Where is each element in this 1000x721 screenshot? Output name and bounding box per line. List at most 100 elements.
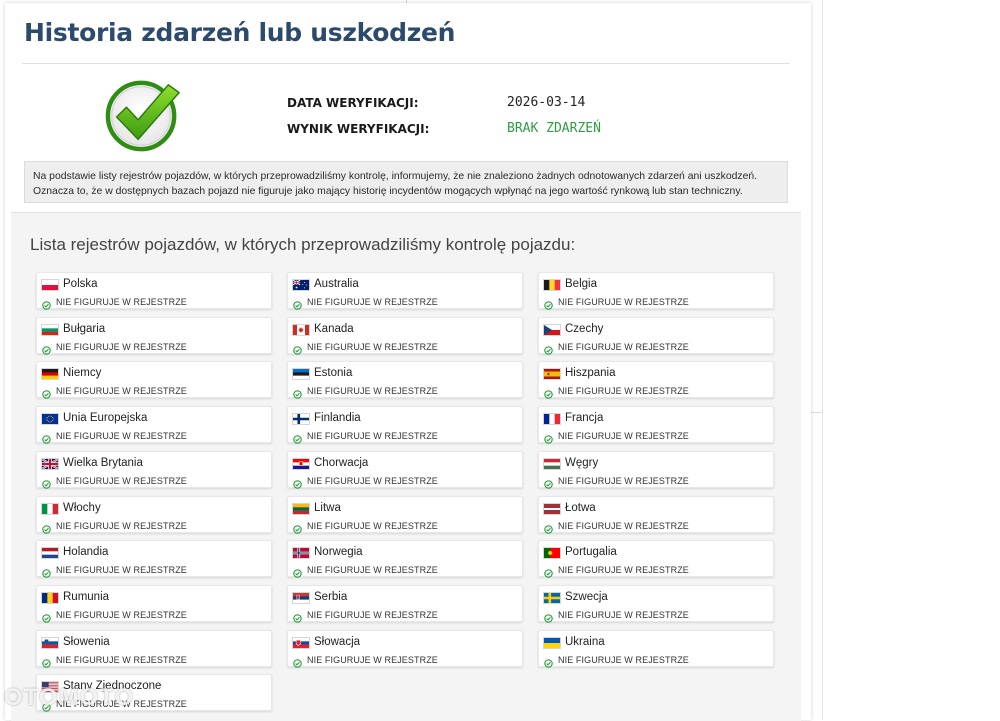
register-country-name: Belgia [565, 278, 597, 290]
register-country-name: Wielka Brytania [63, 456, 143, 469]
flag-ca-icon [292, 323, 310, 336]
flag-si-icon [41, 636, 59, 649]
register-country-name: Węgry [565, 456, 599, 469]
flag-no-icon [292, 547, 310, 560]
register-card-hr: Chorwacja NIE FIGURUJE W REJESTRZE [287, 450, 523, 489]
check-circle-icon [544, 655, 553, 668]
register-card-sk: Słowacja NIE FIGURUJE W REJESTRZE [287, 629, 523, 668]
flag-se-icon [543, 591, 561, 604]
register-country-name: Kanada [314, 322, 354, 335]
register-country-name: Finlandia [314, 412, 361, 425]
register-country-name: Chorwacja [314, 456, 369, 469]
register-country-name: Bułgaria [63, 322, 106, 335]
check-circle-icon [293, 342, 302, 355]
check-circle-icon [293, 565, 302, 578]
check-circle-icon [293, 655, 302, 668]
flag-cz-icon [543, 323, 561, 336]
register-status: NIE FIGURUJE W REJESTRZE [307, 386, 438, 397]
register-country-name: Słowenia [63, 635, 110, 648]
register-country-name: Niemcy [63, 367, 102, 380]
register-card-be: Belgia NIE FIGURUJE W REJESTRZE [538, 272, 774, 310]
register-country-name: Włochy [63, 501, 101, 514]
check-circle-icon [42, 610, 51, 623]
register-card-fr: Francja NIE FIGURUJE W REJESTRZE [538, 406, 774, 444]
register-status: NIE FIGURUJE W REJESTRZE [56, 609, 187, 620]
check-circle-icon [42, 386, 51, 400]
register-country-name: Słowacja [314, 635, 361, 648]
register-status: NIE FIGURUJE W REJESTRZE [307, 654, 438, 665]
flag-it-icon [41, 502, 59, 515]
title-divider [22, 63, 790, 64]
check-circle-icon [293, 297, 302, 310]
register-status: NIE FIGURUJE W REJESTRZE [56, 386, 187, 397]
register-status: NIE FIGURUJE W REJESTRZE [56, 475, 187, 486]
verification-date-label: DATA WERYFIKACJI: [287, 96, 419, 110]
register-country-name: Francja [565, 412, 604, 425]
register-status: NIE FIGURUJE W REJESTRZE [558, 654, 689, 665]
register-card-ua: Ukraina NIE FIGURUJE W REJESTRZE [538, 629, 774, 668]
check-circle-icon [42, 655, 51, 668]
register-card-hu: Węgry NIE FIGURUJE W REJESTRZE [538, 450, 774, 489]
check-circle-icon [42, 476, 51, 489]
register-status: NIE FIGURUJE W REJESTRZE [558, 609, 689, 620]
check-circle-icon [544, 565, 553, 578]
flag-ee-icon [292, 368, 310, 381]
flag-hr-icon [292, 457, 310, 470]
check-circle-icon [293, 521, 302, 534]
register-card-gb: Wielka Brytania NIE FIGURUJE W REJESTRZE [36, 450, 272, 489]
register-country-name: Serbia [314, 590, 348, 603]
page-title: Historia zdarzeń lub uszkodzeń [24, 18, 456, 47]
register-country-name: Litwa [314, 501, 341, 514]
register-status: NIE FIGURUJE W REJESTRZE [307, 431, 438, 442]
info-notice: Na podstawie listy rejestrów pojazdów, w… [24, 161, 788, 203]
register-country-name: Polska [63, 278, 98, 290]
register-status: NIE FIGURUJE W REJESTRZE [56, 297, 187, 307]
check-circle-icon [544, 386, 553, 400]
watermark: OTOMOTO [4, 684, 135, 711]
check-circle-icon [293, 610, 302, 623]
register-status: NIE FIGURUJE W REJESTRZE [56, 565, 187, 576]
register-country-name: Norwegia [314, 546, 363, 559]
check-circle-icon [42, 565, 51, 578]
register-status: NIE FIGURUJE W REJESTRZE [56, 520, 187, 531]
register-status: NIE FIGURUJE W REJESTRZE [307, 341, 438, 352]
flag-ua-icon [543, 636, 561, 649]
flag-au-icon [292, 279, 310, 291]
check-circle-icon [544, 342, 553, 355]
register-card-pt: Portugalia NIE FIGURUJE W REJESTRZE [538, 540, 774, 578]
flag-nl-icon [41, 547, 59, 560]
register-status: NIE FIGURUJE W REJESTRZE [558, 297, 689, 307]
register-card-de: Niemcy NIE FIGURUJE W REJESTRZE [36, 361, 272, 400]
register-card-si: Słowenia NIE FIGURUJE W REJESTRZE [36, 629, 272, 668]
register-country-name: Australia [314, 278, 359, 290]
register-card-ca: Kanada NIE FIGURUJE W REJESTRZE [287, 316, 523, 355]
check-circle-icon [42, 431, 51, 444]
registers-list-title: Lista rejestrów pojazdów, w których prze… [30, 235, 576, 254]
flag-de-icon [41, 368, 59, 381]
flag-pl-icon [41, 279, 59, 291]
register-card-ee: Estonia NIE FIGURUJE W REJESTRZE [287, 361, 523, 400]
flag-rs-icon [292, 591, 310, 604]
flag-sk-icon [292, 636, 310, 649]
verified-check-icon [105, 80, 180, 152]
flag-pt-icon [543, 547, 561, 560]
flag-hu-icon [543, 457, 561, 470]
register-card-pl: Polska NIE FIGURUJE W REJESTRZE [36, 272, 272, 310]
register-status: NIE FIGURUJE W REJESTRZE [307, 297, 438, 307]
register-country-name: Hiszpania [565, 367, 616, 380]
side-divider [811, 412, 823, 413]
register-status: NIE FIGURUJE W REJESTRZE [558, 475, 689, 486]
check-circle-icon [293, 476, 302, 489]
register-country-name: Szwecja [565, 590, 608, 603]
check-circle-icon [42, 297, 51, 310]
verification-date-value: 2026-03-14 [507, 95, 586, 110]
register-country-name: Holandia [63, 546, 109, 559]
flag-lv-icon [543, 502, 561, 515]
register-card-fi: Finlandia NIE FIGURUJE W REJESTRZE [287, 406, 523, 444]
verification-result-value: BRAK ZDARZEŃ [507, 121, 601, 136]
check-circle-icon [544, 610, 553, 623]
flag-be-icon [543, 279, 561, 291]
flag-fr-icon [543, 413, 561, 426]
check-circle-icon [544, 476, 553, 489]
flag-es-icon [543, 368, 561, 381]
